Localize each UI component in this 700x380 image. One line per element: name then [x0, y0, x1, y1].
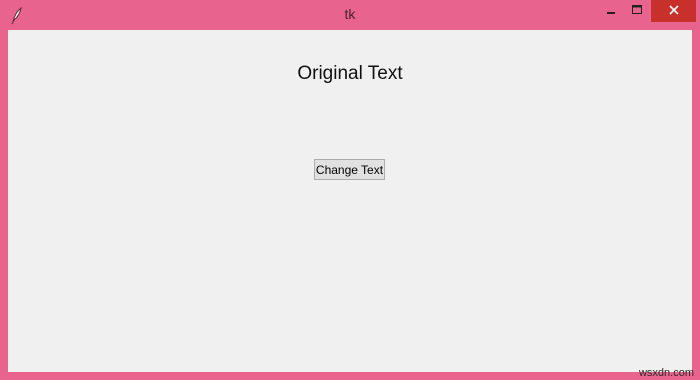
close-icon [668, 2, 679, 20]
app-window: tk Original Text Change Text wsxdn.com [0, 0, 700, 380]
client-area: Original Text Change Text [8, 30, 692, 372]
watermark-text: wsxdn.com [638, 367, 694, 379]
change-text-button[interactable]: Change Text [314, 159, 385, 180]
text-label: Original Text [297, 63, 403, 84]
minimize-button[interactable] [598, 0, 624, 22]
title-bar[interactable]: tk [0, 0, 700, 30]
close-button[interactable] [651, 0, 696, 22]
minimize-icon [606, 2, 616, 20]
window-title: tk [344, 6, 356, 22]
maximize-icon [632, 2, 642, 20]
maximize-button[interactable] [624, 0, 650, 22]
